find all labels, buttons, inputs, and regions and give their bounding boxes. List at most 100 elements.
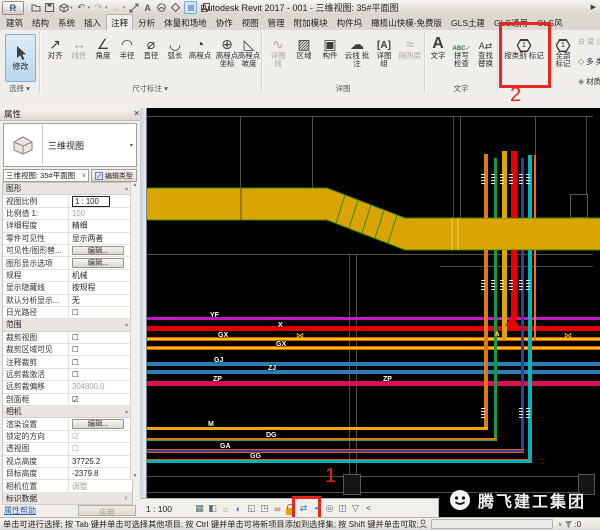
pipe-fitting-icon[interactable]: ∧ (494, 330, 501, 338)
tab-insert[interactable]: 插入 (80, 15, 105, 30)
chevron-down-icon[interactable]: ∨ (558, 521, 562, 528)
checkbox[interactable]: ☐ (69, 356, 132, 367)
properties-help-link[interactable]: 属性帮助 (4, 505, 36, 516)
section-graphics[interactable]: 图形▴ (3, 183, 132, 195)
tool-beam-annotation[interactable]: ⊟ 梁 注释 (578, 36, 600, 47)
valve-icon[interactable]: ⋈ (564, 332, 572, 340)
valve-icon[interactable]: ⋈ (296, 332, 304, 340)
tool-arc-length-dimension[interactable]: ◡ 弧长 (164, 33, 186, 60)
riser-orange-thin[interactable] (534, 155, 536, 218)
riser-yellow[interactable] (502, 250, 507, 340)
reveal-constraints-icon[interactable]: ▽ (350, 502, 361, 515)
measure-icon[interactable]: ↔ (111, 2, 122, 13)
text-note-icon[interactable]: A (142, 2, 153, 13)
pipe-lower-3[interactable] (147, 449, 524, 453)
riser-orange-thin[interactable] (534, 250, 536, 340)
riser-green[interactable] (494, 158, 497, 218)
render-icon[interactable] (156, 2, 167, 13)
tool-angular-dimension[interactable]: ∠ 角度 (92, 33, 114, 60)
type-selector[interactable]: 三维视图 ▾ (3, 123, 137, 167)
drawing-viewport[interactable]: ∧ ⋈ ⋈ YF X GX GX GJ ZJ ZP ZP M DG GA GG (140, 108, 600, 517)
tool-spot-elevation[interactable]: ◔ 高程点 (188, 33, 212, 60)
reveal-hidden-elements-icon[interactable]: ◎ (324, 502, 335, 515)
tab-addins[interactable]: 附加模块 (290, 15, 332, 30)
analytical-model-icon[interactable]: ◫ (337, 502, 348, 515)
tool-multi-category[interactable]: ◇ 多 类别 (578, 56, 600, 67)
pipe-zj[interactable] (147, 370, 600, 374)
workset-field[interactable] (431, 519, 553, 529)
sun-path-icon[interactable]: ☼ (220, 502, 231, 515)
show-crop-region-icon[interactable]: ◳ (259, 502, 270, 515)
filter-icon[interactable] (564, 520, 573, 529)
tool-detail-line[interactable]: ∿ 详图 线 (266, 33, 290, 68)
switch-windows-icon[interactable] (200, 2, 211, 13)
pipe-x[interactable] (147, 326, 600, 331)
revit-app-menu-button[interactable]: R▾ (2, 1, 24, 15)
tab-systems[interactable]: 系统 (54, 15, 79, 30)
tool-spell-check[interactable]: ABC✓ 拼写 检查 (450, 33, 473, 68)
tool-tag-all[interactable]: 1 全部 标记 (551, 33, 575, 68)
riser-cyan[interactable] (528, 155, 532, 218)
open-file-icon[interactable] (30, 2, 41, 13)
checkbox[interactable]: ☐ (69, 307, 132, 318)
pipe-lower-4[interactable] (147, 459, 532, 463)
visual-style-icon[interactable]: ◧ (207, 502, 218, 515)
tool-region[interactable]: ▨ 区域 (292, 33, 316, 60)
collapse-arrow-icon[interactable]: < (363, 502, 374, 515)
tool-insulation[interactable]: ≈ 隔热层 (398, 33, 422, 60)
tab-structure[interactable]: 结构 (28, 15, 53, 30)
section-box-icon[interactable] (184, 1, 197, 14)
pipe-lower-1[interactable] (147, 427, 488, 430)
pipe-tee-fitting[interactable] (505, 316, 519, 326)
redo-icon[interactable]: ↷ (93, 2, 104, 13)
tool-spot-slope[interactable]: ◺ 高程点 坡度 (236, 33, 262, 68)
tab-collaborate[interactable]: 协作 (212, 15, 237, 30)
pipe-gx-upper[interactable] (147, 337, 600, 341)
tab-manage[interactable]: 管理 (264, 15, 289, 30)
checkbox[interactable]: ☐ (69, 344, 132, 355)
view-cube-icon[interactable] (170, 2, 181, 13)
scroll-down-icon[interactable]: ▼ (133, 473, 138, 479)
view-scale-button[interactable]: 1 : 100 (146, 504, 194, 514)
tab-ganlanshan[interactable]: 橄榄山快模-免费版 (367, 15, 446, 30)
tab-architecture[interactable]: 建筑 (2, 15, 27, 30)
pipe-lower-2[interactable] (147, 438, 497, 441)
riser-orange[interactable] (484, 154, 488, 218)
tool-aligned-dimension[interactable]: ↗ 对齐 (44, 33, 66, 60)
worksets-user-icon[interactable] (418, 519, 428, 529)
tool-linear-dimension[interactable]: ↔ 线性 (68, 33, 90, 60)
tab-analyze[interactable]: 分析 (134, 15, 159, 30)
checkbox-checked[interactable]: ☑ (69, 394, 132, 405)
riser-navy[interactable] (521, 158, 524, 218)
tool-diameter-dimension[interactable]: ⌀ 直径 (140, 33, 162, 60)
shadows-icon[interactable]: ◐ (233, 502, 244, 515)
temporary-hide-isolate-icon[interactable]: ∞ (272, 502, 283, 515)
edit-button[interactable]: 编辑... (72, 258, 124, 268)
checkbox[interactable]: ☐ (69, 332, 132, 343)
tool-find-replace[interactable]: A⇄ 查找 替换 (474, 33, 497, 68)
edit-button[interactable]: 编辑... (72, 419, 124, 429)
crop-view-icon[interactable]: ◱ (246, 502, 257, 515)
infocenter-expand-icon[interactable]: ▶ (591, 3, 596, 11)
riser-orange[interactable] (484, 250, 488, 427)
aligned-dimension-icon[interactable] (128, 2, 139, 13)
detail-level-icon[interactable]: ▦ (194, 502, 205, 515)
tool-material-tag[interactable]: ◈ 材质 标记 (578, 76, 600, 87)
tool-detail-group[interactable]: [A] 详图 组 (372, 33, 396, 68)
tool-radial-dimension[interactable]: ◠ 半径 (116, 33, 138, 60)
tab-massing-site[interactable]: 体量和场地 (160, 15, 211, 30)
tab-gls-tujian[interactable]: GLS土建 (447, 15, 489, 30)
view-instance-combo[interactable]: 三维视图: 35#平面图 ∨ (3, 169, 89, 182)
riser-yellow[interactable] (502, 151, 507, 218)
apply-button[interactable]: 应用 (78, 505, 136, 516)
tab-annotate-active[interactable]: 注释 (106, 14, 133, 30)
undo-icon[interactable]: ↶ (76, 2, 87, 13)
section-extents[interactable]: 范围▴ (3, 319, 132, 331)
panel-label-dimension[interactable]: 尺寸标注 ▾ (40, 83, 260, 94)
section-camera[interactable]: 相机▴ (3, 406, 132, 418)
modify-button[interactable]: 修改 (5, 34, 36, 82)
close-icon[interactable]: ✕ (133, 109, 140, 118)
edit-type-button[interactable]: 编辑类型 (91, 169, 137, 182)
riser-red[interactable] (511, 151, 517, 218)
panel-label-select[interactable]: 选择 ▾ (0, 83, 39, 94)
